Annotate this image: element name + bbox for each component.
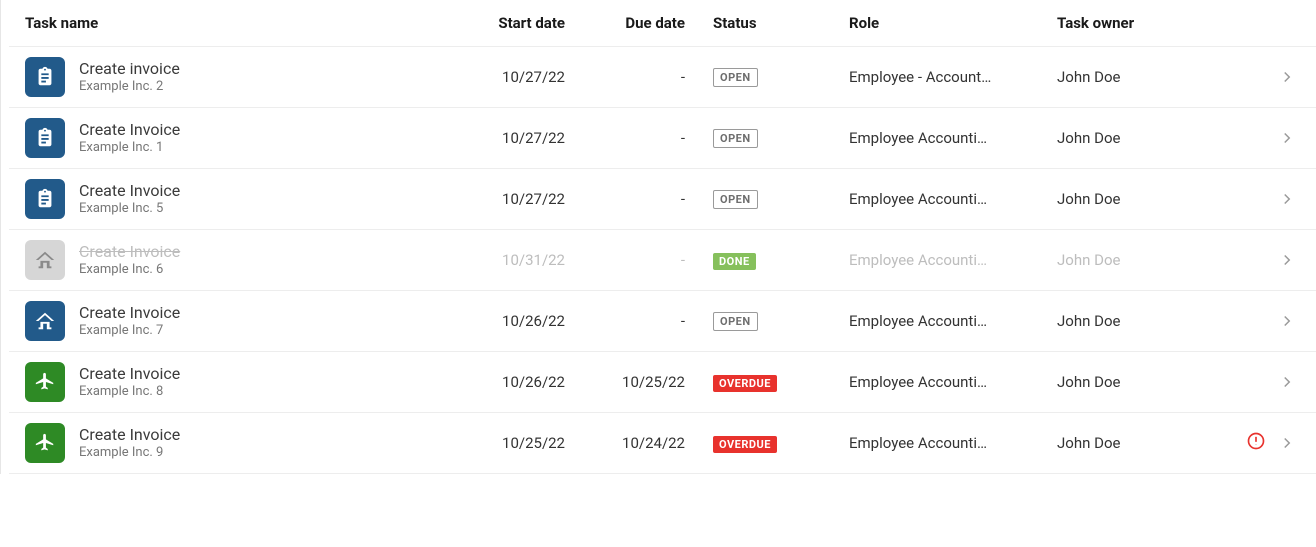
role: Employee Accounti… xyxy=(833,434,1029,452)
status-badge: OPEN xyxy=(713,68,758,87)
status-badge: OVERDUE xyxy=(713,436,777,453)
due-date: - xyxy=(565,312,685,330)
start-date: 10/27/22 xyxy=(445,68,565,86)
role: Employee Accounti… xyxy=(833,312,1029,330)
task-title: Create Invoice xyxy=(79,364,180,383)
role: Employee Accounti… xyxy=(833,129,1029,147)
task-title: Create Invoice xyxy=(79,242,180,261)
task-owner: John Doe xyxy=(1029,373,1227,391)
start-date: 10/31/22 xyxy=(445,251,565,269)
task-subtitle: Example Inc. 7 xyxy=(79,323,180,339)
chevron-right-icon[interactable] xyxy=(1278,68,1296,86)
due-date: - xyxy=(565,251,685,269)
task-subtitle: Example Inc. 9 xyxy=(79,445,180,461)
clipboard-icon xyxy=(25,179,65,219)
header-status: Status xyxy=(685,14,833,32)
task-subtitle: Example Inc. 5 xyxy=(79,201,180,217)
clipboard-icon xyxy=(25,57,65,97)
task-owner: John Doe xyxy=(1029,68,1227,86)
house-icon xyxy=(25,240,65,280)
table-row[interactable]: Create InvoiceExample Inc. 8 10/26/2210/2… xyxy=(9,352,1316,413)
role: Employee - Account… xyxy=(833,68,1029,86)
chevron-right-icon[interactable] xyxy=(1278,312,1296,330)
table-row[interactable]: Create InvoiceExample Inc. 5 10/27/22- OPE… xyxy=(9,169,1316,230)
table-row[interactable]: Create invoiceExample Inc. 2 10/27/22- OPE… xyxy=(9,47,1316,108)
clipboard-icon xyxy=(25,118,65,158)
status-badge: OVERDUE xyxy=(713,375,777,392)
alert-icon xyxy=(1246,431,1266,455)
chevron-right-icon[interactable] xyxy=(1278,373,1296,391)
task-subtitle: Example Inc. 8 xyxy=(79,384,180,400)
table-row[interactable]: Create InvoiceExample Inc. 6 10/31/22- DON… xyxy=(9,230,1316,291)
status-badge: DONE xyxy=(713,253,756,270)
task-title: Create Invoice xyxy=(79,120,180,139)
due-date: 10/25/22 xyxy=(565,373,685,391)
role: Employee Accounti… xyxy=(833,190,1029,208)
chevron-right-icon[interactable] xyxy=(1278,434,1296,452)
house-icon xyxy=(25,301,65,341)
header-role: Role xyxy=(833,14,1029,32)
task-owner: John Doe xyxy=(1029,190,1227,208)
task-owner: John Doe xyxy=(1029,129,1227,147)
header-start-date: Start date xyxy=(445,14,565,32)
header-task-name: Task name xyxy=(25,14,445,32)
task-title: Create Invoice xyxy=(79,181,180,200)
table-row[interactable]: Create InvoiceExample Inc. 9 10/25/2210/2… xyxy=(9,413,1316,474)
task-subtitle: Example Inc. 2 xyxy=(79,79,180,95)
task-owner: John Doe xyxy=(1029,251,1227,269)
table-row[interactable]: Create InvoiceExample Inc. 1 10/27/22- OPE… xyxy=(9,108,1316,169)
start-date: 10/25/22 xyxy=(445,434,565,452)
task-title: Create invoice xyxy=(79,59,180,78)
due-date: - xyxy=(565,190,685,208)
chevron-right-icon[interactable] xyxy=(1278,190,1296,208)
table-row[interactable]: Create InvoiceExample Inc. 7 10/26/22- OPE… xyxy=(9,291,1316,352)
task-subtitle: Example Inc. 6 xyxy=(79,262,180,278)
header-task-owner: Task owner xyxy=(1029,14,1227,32)
role: Employee Accounti… xyxy=(833,251,1029,269)
start-date: 10/27/22 xyxy=(445,190,565,208)
chevron-right-icon[interactable] xyxy=(1278,129,1296,147)
due-date: - xyxy=(565,68,685,86)
start-date: 10/27/22 xyxy=(445,129,565,147)
status-badge: OPEN xyxy=(713,312,758,331)
table-header-row: Task name Start date Due date Status Rol… xyxy=(9,0,1316,47)
task-title: Create Invoice xyxy=(79,303,180,322)
role: Employee Accounti… xyxy=(833,373,1029,391)
start-date: 10/26/22 xyxy=(445,312,565,330)
chevron-right-icon[interactable] xyxy=(1278,251,1296,269)
header-due-date: Due date xyxy=(565,14,685,32)
plane-icon xyxy=(25,362,65,402)
plane-icon xyxy=(25,423,65,463)
task-owner: John Doe xyxy=(1029,434,1227,452)
status-badge: OPEN xyxy=(713,129,758,148)
task-owner: John Doe xyxy=(1029,312,1227,330)
task-subtitle: Example Inc. 1 xyxy=(79,140,180,156)
task-title: Create Invoice xyxy=(79,425,180,444)
start-date: 10/26/22 xyxy=(445,373,565,391)
status-badge: OPEN xyxy=(713,190,758,209)
due-date: - xyxy=(565,129,685,147)
due-date: 10/24/22 xyxy=(565,434,685,452)
